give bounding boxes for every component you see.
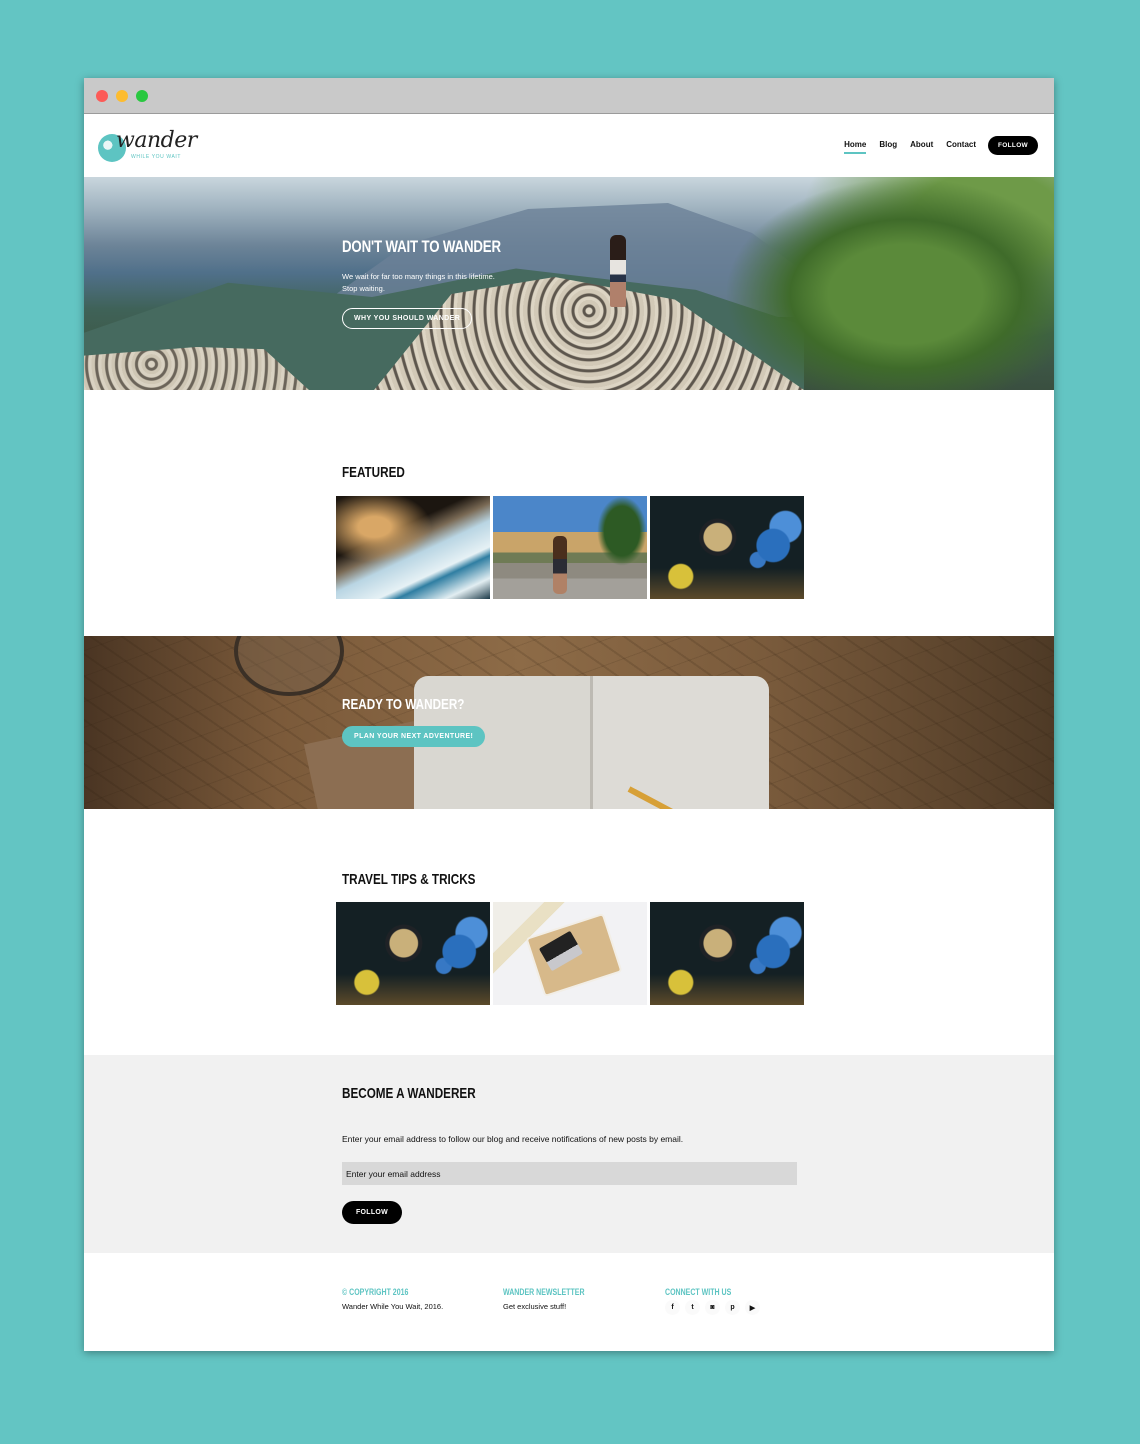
browser-titlebar xyxy=(84,78,1054,114)
copyright-text: Wander While You Wait, 2016. xyxy=(342,1302,444,1311)
newsletter-heading: WANDER NEWSLETTER xyxy=(503,1287,585,1297)
subscribe-follow-button[interactable]: FOLLOW xyxy=(342,1201,402,1224)
tips-post-globes-1[interactable] xyxy=(336,902,490,1005)
tips-post-globes-2[interactable] xyxy=(650,902,804,1005)
subscribe-section: BECOME A WANDERER Enter your email addre… xyxy=(84,1055,1054,1253)
tips-grid xyxy=(336,902,804,1005)
cta-banner: READY TO WANDER? PLAN YOUR NEXT ADVENTUR… xyxy=(84,636,1054,809)
subscribe-description: Enter your email address to follow our b… xyxy=(342,1134,684,1144)
close-window-button[interactable] xyxy=(96,90,108,102)
featured-section: FEATURED xyxy=(84,390,1054,636)
copyright-heading: © COPYRIGHT 2016 xyxy=(342,1287,409,1297)
nav-contact[interactable]: Contact xyxy=(946,140,976,152)
browser-window: wander WHILE YOU WAIT Home Blog About Co… xyxy=(84,78,1054,1351)
logo-tagline: WHILE YOU WAIT xyxy=(131,154,182,160)
featured-post-globes[interactable] xyxy=(650,496,804,599)
hero-text-line-2: Stop waiting. xyxy=(342,284,385,293)
logo-wordmark: wander xyxy=(116,128,197,153)
minimize-window-button[interactable] xyxy=(116,90,128,102)
tips-post-laptop[interactable] xyxy=(493,902,647,1005)
nav-home[interactable]: Home xyxy=(844,140,867,154)
hero-title: DON'T WAIT TO WANDER xyxy=(342,237,501,256)
site-footer: © COPYRIGHT 2016 Wander While You Wait, … xyxy=(84,1253,1054,1349)
featured-grid xyxy=(336,496,804,599)
maximize-window-button[interactable] xyxy=(136,90,148,102)
hero-person xyxy=(610,235,626,307)
hero-text: We wait for far too many things in this … xyxy=(342,271,542,295)
footer-newsletter: WANDER NEWSLETTER Get exclusive stuff! xyxy=(503,1287,608,1311)
newsletter-text: Get exclusive stuff! xyxy=(503,1302,567,1311)
facebook-icon[interactable]: f xyxy=(665,1300,680,1315)
cta-title: READY TO WANDER? xyxy=(342,696,465,713)
why-wander-button[interactable]: WHY YOU SHOULD WANDER xyxy=(342,308,473,329)
site-logo[interactable]: wander WHILE YOU WAIT xyxy=(98,128,197,164)
tips-title: TRAVEL TIPS & TRICKS xyxy=(342,871,476,888)
footer-copyright: © COPYRIGHT 2016 Wander While You Wait, … xyxy=(342,1287,443,1311)
connect-heading: CONNECT WITH US xyxy=(665,1287,732,1297)
instagram-icon[interactable]: ◙ xyxy=(705,1300,720,1315)
hero-content: DON'T WAIT TO WANDER We wait for far too… xyxy=(342,237,546,329)
hero-banner: DON'T WAIT TO WANDER We wait for far too… xyxy=(84,177,1054,390)
subscribe-title: BECOME A WANDERER xyxy=(342,1085,476,1102)
main-nav: Home Blog About Contact FOLLOW xyxy=(831,136,1038,155)
social-links: f t ◙ p ▶ xyxy=(665,1300,760,1315)
tips-section: TRAVEL TIPS & TRICKS xyxy=(84,809,1054,1055)
featured-title: FEATURED xyxy=(342,464,405,481)
nav-blog[interactable]: Blog xyxy=(879,140,897,152)
twitter-icon[interactable]: t xyxy=(685,1300,700,1315)
cta-content: READY TO WANDER? PLAN YOUR NEXT ADVENTUR… xyxy=(342,696,499,747)
youtube-icon[interactable]: ▶ xyxy=(745,1300,760,1315)
plan-adventure-button[interactable]: PLAN YOUR NEXT ADVENTURE! xyxy=(342,726,486,747)
featured-post-coastline[interactable] xyxy=(336,496,490,599)
hero-text-line-1: We wait for far too many things in this … xyxy=(342,272,495,281)
email-input[interactable] xyxy=(342,1162,797,1185)
pinterest-icon[interactable]: p xyxy=(725,1300,740,1315)
hero-tree xyxy=(724,177,1054,390)
nav-about[interactable]: About xyxy=(910,140,933,152)
header-follow-button[interactable]: FOLLOW xyxy=(988,136,1038,155)
footer-connect: CONNECT WITH US f t ◙ p ▶ xyxy=(665,1287,760,1315)
site-header: wander WHILE YOU WAIT Home Blog About Co… xyxy=(84,114,1054,177)
featured-post-positano[interactable] xyxy=(493,496,647,599)
